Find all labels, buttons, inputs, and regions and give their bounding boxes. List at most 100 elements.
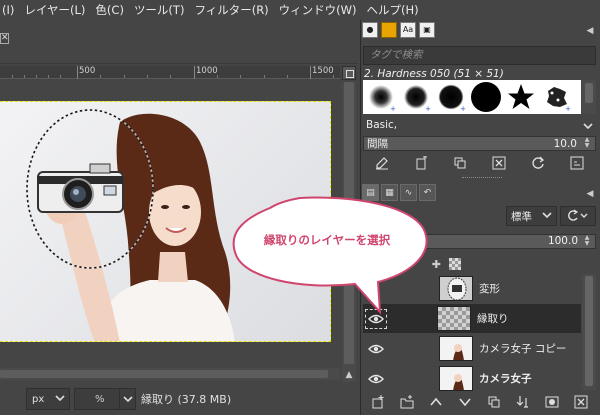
layer-actions bbox=[363, 392, 596, 412]
menu-filters[interactable]: フィルター(R) bbox=[189, 0, 273, 20]
scroll-down-arrow-icon[interactable]: ▲ bbox=[342, 368, 356, 382]
horizontal-scroll-thumb[interactable] bbox=[0, 370, 328, 378]
spin-arrows-icon[interactable]: ▲ ▼ bbox=[581, 235, 593, 248]
layer-mode-row: 標準 bbox=[363, 205, 596, 227]
dock-splitter[interactable] bbox=[462, 177, 502, 180]
zoom-unit: % bbox=[95, 393, 105, 405]
brush-item[interactable]: + bbox=[433, 80, 468, 114]
merge-down-icon[interactable] bbox=[516, 395, 530, 409]
menu-colors[interactable]: 色(C) bbox=[90, 0, 129, 20]
layer-list: 変形 縁取り カメラ女子 コピー カメラ女子 bbox=[363, 274, 581, 393]
tool-presets-tab[interactable]: ▣ bbox=[419, 22, 435, 38]
layer-thumbnail bbox=[439, 366, 473, 391]
open-brush-as-image-icon[interactable] bbox=[570, 156, 584, 170]
new-brush-icon[interactable] bbox=[414, 156, 428, 170]
visibility-toggle[interactable] bbox=[365, 342, 387, 356]
chevron-down-icon bbox=[541, 209, 553, 224]
brush-dock-tabs: ● Aa ▣ bbox=[362, 22, 435, 40]
brush-item[interactable]: + bbox=[538, 80, 573, 114]
raise-layer-icon[interactable] bbox=[429, 395, 443, 409]
image-tab-strip bbox=[0, 20, 358, 64]
eye-icon bbox=[368, 344, 384, 353]
spacing-value: 10.0 bbox=[553, 137, 577, 150]
layer-name: 縁取り bbox=[477, 313, 509, 325]
layer-name: カメラ女子 bbox=[479, 373, 532, 385]
lock-alpha-icon[interactable] bbox=[449, 258, 461, 270]
brush-item[interactable] bbox=[468, 80, 503, 114]
chevron-down-icon[interactable] bbox=[582, 120, 594, 132]
layer-mode-select[interactable]: 標準 bbox=[506, 206, 557, 226]
ruler-label: 1000 bbox=[196, 66, 218, 76]
eye-icon bbox=[368, 314, 384, 323]
status-layer-info: 縁取り (37.8 MB) bbox=[141, 393, 232, 406]
patterns-tab[interactable] bbox=[381, 22, 397, 38]
layer-row[interactable]: 変形 bbox=[363, 274, 581, 303]
tag-search-input[interactable]: タグで検索 bbox=[363, 46, 596, 65]
brush-item[interactable] bbox=[503, 80, 538, 114]
spacing-spinner[interactable]: 間隔 10.0 ▲ ▼ bbox=[363, 136, 596, 151]
ruler-label: 1500 bbox=[312, 66, 334, 76]
horizontal-ruler[interactable]: 500 1000 1500 bbox=[0, 66, 340, 79]
navigate-button[interactable] bbox=[342, 66, 356, 80]
paths-tab[interactable]: ∿ bbox=[400, 184, 417, 201]
undo-history-tab[interactable]: ↶ bbox=[419, 184, 436, 201]
brushes-tab[interactable]: ● bbox=[362, 22, 378, 38]
status-bar: px % 縁取り (37.8 MB) bbox=[0, 383, 358, 415]
new-layer-group-icon[interactable] bbox=[400, 395, 414, 409]
zoom-dropdown-button[interactable] bbox=[120, 388, 136, 410]
layers-tab[interactable]: ▤ bbox=[362, 184, 379, 201]
menu-help[interactable]: ヘルプ(H) bbox=[362, 0, 424, 20]
close-tab-icon[interactable]: ✕ bbox=[0, 33, 9, 44]
duplicate-brush-icon[interactable] bbox=[453, 156, 467, 170]
visibility-toggle[interactable] bbox=[365, 308, 387, 329]
unit-select[interactable]: px bbox=[26, 388, 70, 410]
layer-mode-value: 標準 bbox=[511, 210, 532, 223]
visibility-toggle[interactable] bbox=[365, 282, 387, 296]
brush-grid: + + + + bbox=[363, 80, 581, 114]
layer-thumbnail bbox=[439, 276, 473, 301]
dock-menu-icon[interactable]: ◀ bbox=[584, 188, 596, 200]
lock-position-icon[interactable]: ✚ bbox=[432, 258, 441, 271]
brush-item[interactable]: + bbox=[398, 80, 433, 114]
eye-icon bbox=[368, 374, 384, 383]
dock-menu-icon[interactable]: ◀ bbox=[584, 25, 596, 37]
layer-row[interactable]: カメラ女子 bbox=[363, 364, 581, 393]
current-brush-name: 2. Hardness 050 (51 × 51) bbox=[364, 68, 504, 80]
new-layer-icon[interactable] bbox=[371, 395, 385, 409]
channels-tab[interactable]: ▦ bbox=[381, 184, 398, 201]
brush-actions bbox=[363, 154, 596, 172]
layer-list-scrollbar[interactable] bbox=[582, 274, 596, 390]
menu-tools[interactable]: ツール(T) bbox=[129, 0, 190, 20]
layer-row-selected[interactable]: 縁取り bbox=[363, 304, 581, 333]
menu-layer[interactable]: レイヤー(L) bbox=[19, 0, 90, 20]
zoom-field[interactable]: % bbox=[74, 388, 120, 410]
brush-item[interactable]: + bbox=[363, 80, 398, 114]
lower-layer-icon[interactable] bbox=[458, 395, 472, 409]
edit-brush-icon[interactable] bbox=[375, 156, 389, 170]
opacity-spinner[interactable]: 100.0 ▲ ▼ bbox=[363, 234, 596, 249]
spin-arrows-icon[interactable]: ▲ ▼ bbox=[581, 137, 593, 150]
layer-row[interactable]: カメラ女子 コピー bbox=[363, 334, 581, 363]
refresh-brushes-icon[interactable] bbox=[531, 156, 545, 170]
reset-mode-button[interactable] bbox=[560, 206, 596, 226]
layer-name: 変形 bbox=[479, 283, 500, 295]
delete-layer-icon[interactable] bbox=[574, 395, 588, 409]
menu-bar: (I) レイヤー(L) 色(C) ツール(T) フィルター(R) ウィンドウ(W… bbox=[0, 0, 600, 20]
delete-brush-icon[interactable] bbox=[492, 156, 506, 170]
layer-thumbnail bbox=[439, 336, 473, 361]
vertical-scroll-thumb[interactable] bbox=[344, 82, 354, 364]
photo bbox=[26, 109, 235, 341]
visibility-toggle[interactable] bbox=[365, 372, 387, 386]
menu-windows[interactable]: ウィンドウ(W) bbox=[274, 0, 362, 20]
layer-dock-tabs: ▤ ▦ ∿ ↶ bbox=[362, 184, 436, 202]
chevron-down-icon bbox=[122, 396, 133, 403]
ruler-label: 500 bbox=[79, 66, 96, 76]
image-canvas[interactable] bbox=[0, 101, 331, 342]
lock-row: ✚ bbox=[363, 256, 596, 272]
add-layer-mask-icon[interactable] bbox=[545, 395, 559, 409]
opacity-value: 100.0 bbox=[547, 235, 578, 247]
fonts-tab[interactable]: Aa bbox=[400, 22, 416, 38]
brush-grid-scrollbar[interactable] bbox=[582, 80, 596, 114]
duplicate-layer-icon[interactable] bbox=[487, 395, 501, 409]
menu-image[interactable]: (I) bbox=[0, 0, 19, 20]
